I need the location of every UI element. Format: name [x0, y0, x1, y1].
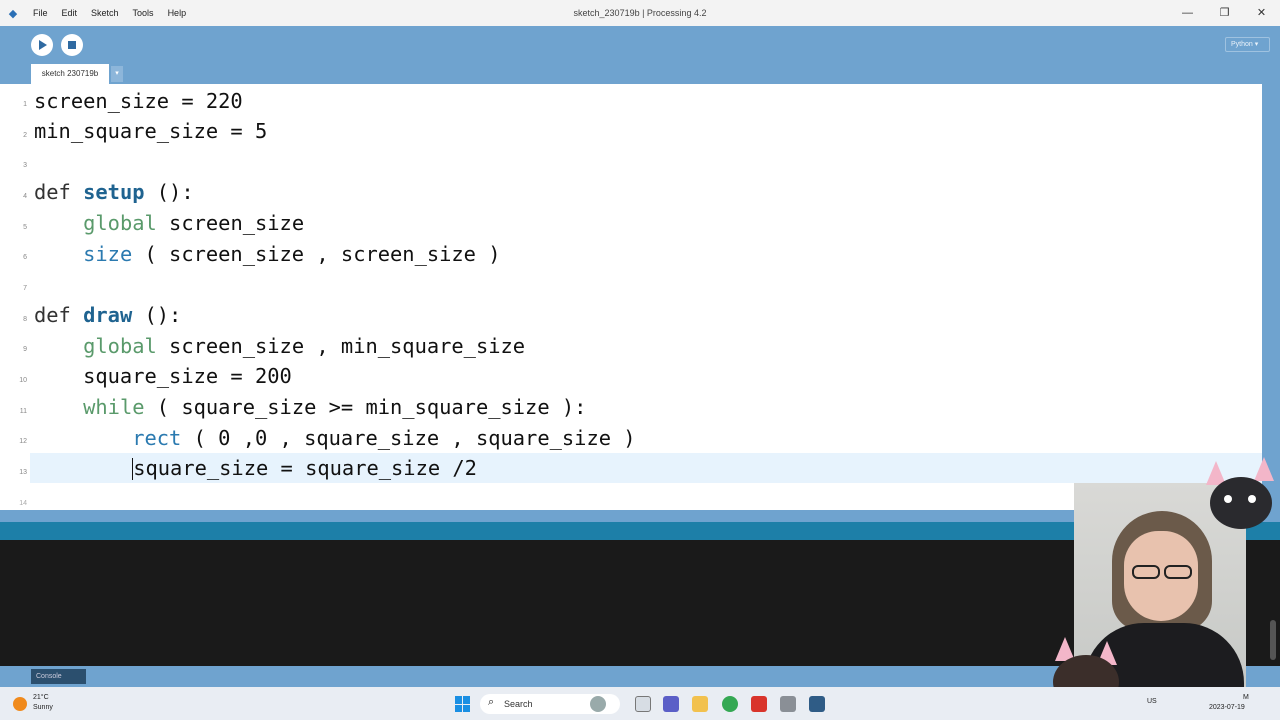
run-button[interactable]: [31, 34, 53, 56]
code-line[interactable]: size ( screen_size , screen_size ): [30, 239, 1262, 269]
code-line[interactable]: global screen_size: [30, 208, 1262, 238]
code-line[interactable]: rect ( 0 ,0 , square_size , square_size …: [30, 423, 1262, 453]
code-line[interactable]: def draw ():: [30, 300, 1262, 330]
code-text: rect ( 0 ,0 , square_size , square_size …: [132, 426, 636, 450]
line-number: 5: [23, 224, 27, 231]
menu-help[interactable]: Help: [161, 0, 194, 26]
code-text: global screen_size , min_square_size: [83, 334, 526, 358]
window-controls: — ❐ ✕: [1169, 0, 1280, 26]
line-number: 10: [19, 377, 27, 384]
menu-sketch[interactable]: Sketch: [84, 0, 126, 26]
line-number-gutter: [0, 84, 30, 510]
sketch-tabs: sketch 230719b ▾: [0, 64, 1280, 84]
line-number: 1: [23, 101, 27, 108]
code-text: def setup ():: [34, 180, 194, 204]
menu-bar: File Edit Sketch Tools Help: [26, 0, 193, 26]
code-text: min_square_size = 5: [34, 119, 268, 143]
line-number: 2: [23, 132, 27, 139]
dog-head: [1210, 477, 1272, 529]
code-text: screen_size = 220: [34, 89, 243, 113]
search-label: Search: [504, 699, 533, 709]
editor-scrollbar[interactable]: [1262, 84, 1280, 510]
dog-sticker-icon: [1200, 455, 1280, 535]
clock-time[interactable]: M: [1243, 694, 1249, 701]
line-number: 9: [23, 346, 27, 353]
line-number: 14: [19, 500, 27, 507]
glasses-icon: [1128, 565, 1196, 579]
menu-file[interactable]: File: [26, 0, 55, 26]
weather-temperature: 21°C: [33, 694, 49, 701]
line-number: 4: [23, 193, 27, 200]
code-line[interactable]: screen_size = 220: [30, 86, 1262, 116]
stop-button[interactable]: [61, 34, 83, 56]
weather-condition: Sunny: [33, 704, 53, 711]
code-area[interactable]: screen_size = 220 min_square_size = 5 de…: [30, 84, 1262, 510]
menu-edit[interactable]: Edit: [55, 0, 85, 26]
code-text: global screen_size: [83, 211, 305, 235]
console-scrollbar[interactable]: [1270, 620, 1276, 660]
task-view-icon[interactable]: [635, 696, 651, 712]
app-icon[interactable]: [780, 696, 796, 712]
code-line[interactable]: while ( square_size >= min_square_size )…: [30, 392, 1262, 422]
code-line[interactable]: min_square_size = 5: [30, 116, 1262, 146]
line-number: 3: [23, 162, 27, 169]
code-line-active[interactable]: square_size = square_size /2: [30, 453, 1262, 483]
menu-tools[interactable]: Tools: [126, 0, 161, 26]
close-button[interactable]: ✕: [1243, 0, 1280, 26]
sun-icon[interactable]: [13, 697, 27, 711]
code-text: square_size = square_size /2: [132, 456, 477, 480]
processing-logo-icon: ◆: [8, 7, 18, 20]
mode-selector[interactable]: Python ▾: [1225, 37, 1270, 52]
code-text: while ( square_size >= min_square_size )…: [83, 395, 587, 419]
console-tab[interactable]: Console: [31, 669, 86, 684]
code-text: size ( screen_size , screen_size ): [83, 242, 501, 266]
copilot-icon[interactable]: [590, 696, 606, 712]
line-number: 11: [19, 408, 27, 415]
line-number: 8: [23, 316, 27, 323]
tab-menu-arrow[interactable]: ▾: [111, 66, 123, 82]
line-number: 6: [23, 254, 27, 261]
acrobat-icon[interactable]: [751, 696, 767, 712]
line-number: 12: [19, 438, 27, 445]
dog-eye: [1248, 495, 1256, 503]
minimize-button[interactable]: —: [1169, 0, 1206, 26]
processing-taskbar-icon[interactable]: [809, 696, 825, 712]
code-text: def draw ():: [34, 303, 182, 327]
code-text: square_size = 200: [34, 364, 292, 388]
dog-eye: [1224, 495, 1232, 503]
code-editor[interactable]: screen_size = 220 min_square_size = 5 de…: [0, 84, 1262, 510]
search-icon: ⌕: [488, 696, 495, 708]
code-line[interactable]: global screen_size , min_square_size: [30, 331, 1262, 361]
toolbar: Python ▾: [0, 26, 1280, 64]
windows-start-icon[interactable]: [455, 696, 471, 712]
tab-sketch[interactable]: sketch 230719b: [31, 64, 109, 84]
title-bar: ◆ File Edit Sketch Tools Help sketch_230…: [0, 0, 1280, 26]
line-number: 7: [23, 285, 27, 292]
file-explorer-icon[interactable]: [692, 696, 708, 712]
line-number: 13: [19, 469, 27, 476]
teams-icon[interactable]: [663, 696, 679, 712]
clock-date[interactable]: 2023-07-19: [1209, 704, 1245, 711]
dog-ear: [1254, 457, 1274, 481]
code-line[interactable]: square_size = 200: [30, 361, 1262, 391]
keyboard-language[interactable]: US: [1147, 698, 1157, 705]
maximize-button[interactable]: ❐: [1206, 0, 1243, 26]
taskbar: 21°C Sunny ⌕ Search US M 2023-07-19: [0, 687, 1280, 720]
chrome-icon[interactable]: [722, 696, 738, 712]
code-line[interactable]: def setup ():: [30, 177, 1262, 207]
